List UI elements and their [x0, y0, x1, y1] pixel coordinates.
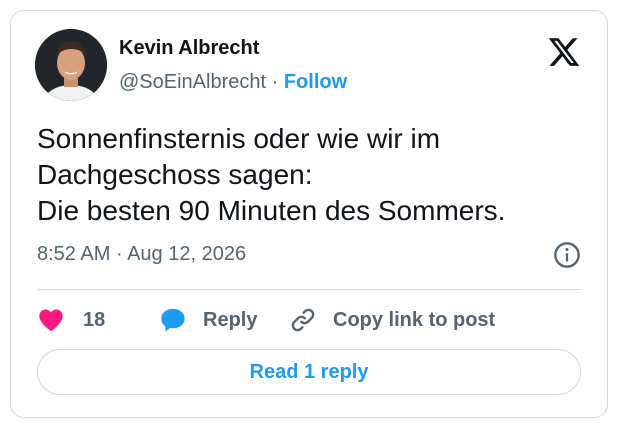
author-handle-row: @SoEinAlbrecht · Follow	[119, 71, 347, 94]
author-name[interactable]: Kevin Albrecht	[119, 37, 259, 60]
reply-button[interactable]: Reply	[159, 301, 257, 339]
follow-link[interactable]: Follow	[284, 71, 347, 93]
reply-label: Reply	[203, 308, 258, 331]
separator-dot: ·	[271, 71, 279, 93]
post-text-line: Sonnenfinsternis oder wie wir im	[37, 123, 441, 154]
author-handle[interactable]: @SoEinAlbrecht	[119, 71, 266, 93]
like-count: 18	[83, 308, 106, 331]
post-time: 8:52 AM	[37, 243, 111, 265]
like-button[interactable]: 18	[37, 301, 105, 339]
post-text-line: Die besten 90 Minuten des Sommers.	[37, 195, 506, 226]
speech-bubble-icon	[161, 308, 185, 332]
link-icon	[291, 308, 315, 332]
heart-icon	[39, 309, 63, 332]
info-icon[interactable]	[553, 241, 581, 269]
separator-dot: ·	[115, 243, 123, 265]
copy-link-label: Copy link to post	[333, 308, 496, 331]
read-replies-button[interactable]: Read 1 reply	[37, 349, 581, 395]
post-timestamp[interactable]: 8:52 AM · Aug 12, 2026	[37, 243, 246, 266]
post-text-line: Dachgeschoss sagen:	[37, 159, 313, 190]
avatar-photo	[35, 29, 107, 101]
post-text: Sonnenfinsternis oder wie wir im Dachges…	[37, 121, 587, 229]
copy-link-button[interactable]: Copy link to post	[289, 301, 495, 339]
x-logo-icon[interactable]	[547, 35, 581, 69]
embedded-post-card: Kevin Albrecht @SoEinAlbrecht · Follow S…	[10, 10, 608, 418]
avatar[interactable]	[35, 29, 107, 101]
action-bar: 18 Reply Copy link to post	[37, 301, 597, 339]
post-date: Aug 12, 2026	[127, 243, 247, 265]
divider	[37, 289, 581, 290]
